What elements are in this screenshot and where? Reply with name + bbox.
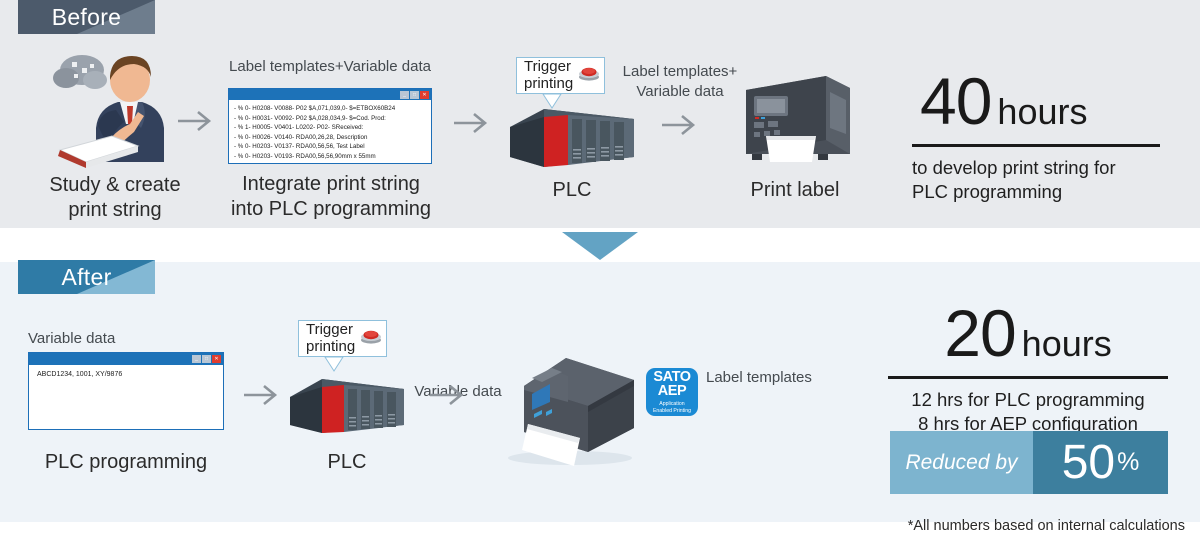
section-divider-arrow-icon: [562, 232, 638, 260]
reduced-by-label: Reduced by: [890, 431, 1033, 494]
after-result-detail: 12 hrs for PLC programming 8 hrs for AEP …: [911, 388, 1145, 434]
flow-arrow-2: [452, 110, 492, 136]
after-result-divider: [888, 376, 1168, 379]
after-result-headline: 20 hours: [888, 300, 1168, 366]
footnote-text: *All numbers based on internal calculati…: [907, 518, 1185, 534]
flow-arrow-1: [176, 108, 216, 134]
aep-line1: SATO: [653, 368, 691, 385]
person-studying-illustration: [38, 50, 188, 170]
after-result-number: 20: [944, 296, 1016, 370]
reduced-by-banner: Reduced by 50 %: [890, 431, 1168, 494]
variable-window-titlebar: _ □ ✕: [29, 353, 223, 365]
label-printer-illustration-after: [492, 340, 642, 473]
code-line: - % 0- H0026- V0140- RDA00,26,28, Descri…: [234, 133, 368, 141]
maximize-button[interactable]: □: [410, 90, 419, 99]
code-line: - % 0- H0208- V0088- P02 $A,071,039,0- $…: [234, 105, 396, 112]
before-result-unit: hours: [997, 91, 1088, 132]
plc-caption-before: PLC: [552, 179, 592, 201]
after-badge-label: After: [61, 263, 112, 290]
after-stage-badge: After: [18, 260, 155, 294]
reduced-by-value: 50: [1061, 435, 1116, 489]
code-line: - % 0- H0203- V0137- RDA00,56,56, Test L…: [234, 143, 365, 151]
flow-arrow-5: [428, 382, 468, 408]
after-result-unit: hours: [1021, 323, 1112, 364]
plc-illustration-before: [508, 105, 636, 178]
code-line: - % 0- H0203- V0193- RDA00,56,56,90mm x …: [234, 152, 376, 160]
red-button-icon: [360, 329, 382, 349]
minimize-button[interactable]: _: [400, 90, 409, 99]
reduced-by-percent-sign: %: [1117, 448, 1140, 476]
plc-illustration-after: [288, 375, 406, 444]
variable-data-label: Variable data: [28, 330, 116, 347]
plc-caption-after: PLC: [327, 451, 367, 473]
variable-data-window[interactable]: _ □ ✕ ABCD1234, 1001, XY/9876: [28, 352, 224, 430]
aep-subtitle: Application Enabled Printing: [652, 401, 692, 414]
before-result-headline: 40 hours: [912, 68, 1160, 134]
transfer-label-before: Label templates+ Variable data: [622, 63, 738, 101]
thought-cloud-icon: [53, 55, 107, 89]
variable-window-body: ABCD1234, 1001, XY/9876: [29, 365, 223, 384]
plc-programming-caption: PLC programming: [44, 451, 208, 473]
print-label-caption: Print label: [750, 179, 840, 201]
trigger-printing-callout-before: Trigger printing: [516, 57, 605, 94]
red-button-icon: [578, 66, 600, 86]
study-create-caption: Study & create print string: [49, 174, 181, 221]
before-badge-label: Before: [51, 3, 122, 30]
close-button[interactable]: ✕: [212, 355, 221, 363]
maximize-button[interactable]: □: [202, 355, 211, 363]
before-result-block: 40 hours to develop print string for PLC …: [912, 68, 1160, 204]
code-line: - % 1- H0005- V0401- L0202- P02- SReceiv…: [234, 124, 364, 132]
label-templates-variable-data-label: Label templates+Variable data: [229, 58, 431, 75]
aep-line2: AEP: [657, 383, 687, 400]
trigger-printing-label: Trigger printing: [306, 320, 356, 355]
before-result-detail: to develop print string for PLC programmi…: [912, 156, 1116, 202]
trigger-printing-label: Trigger printing: [524, 57, 574, 92]
after-result-block: 20 hours 12 hrs for PLC programming 8 hrs…: [888, 300, 1168, 436]
code-window-body: - % 0- H0208- V0088- P02 $A,071,039,0- $…: [229, 100, 431, 162]
label-templates-label: Label templates: [706, 369, 812, 386]
code-window-titlebar: _ □ ✕: [229, 89, 431, 100]
before-result-divider: [912, 144, 1160, 147]
reduced-by-value-group: 50 %: [1033, 431, 1168, 494]
minimize-button[interactable]: _: [192, 355, 201, 363]
sato-aep-badge-icon: SATO AEP Application Enabled Printing: [646, 368, 698, 416]
before-result-number: 40: [920, 64, 992, 138]
trigger-printing-callout-after: Trigger printing: [298, 320, 387, 357]
print-string-code-window[interactable]: _ □ ✕ - % 0- H0208- V0088- P02 $A,071,03…: [228, 88, 432, 164]
variable-data-value: ABCD1234, 1001, XY/9876: [37, 371, 123, 378]
code-line: - % 0- H0031- V0092- P02 $A,028,034,9- $…: [234, 114, 386, 122]
before-stage-badge: Before: [18, 0, 155, 34]
close-button[interactable]: ✕: [420, 90, 429, 99]
callout-tail-after: [324, 356, 344, 372]
flow-arrow-3: [660, 112, 700, 138]
label-printer-illustration-before: [738, 62, 854, 169]
integrate-print-string-caption: Integrate print string into PLC programmi…: [230, 173, 432, 220]
flow-arrow-4: [242, 382, 282, 408]
infographic-canvas: Before Study & create print string Label…: [0, 0, 1200, 547]
